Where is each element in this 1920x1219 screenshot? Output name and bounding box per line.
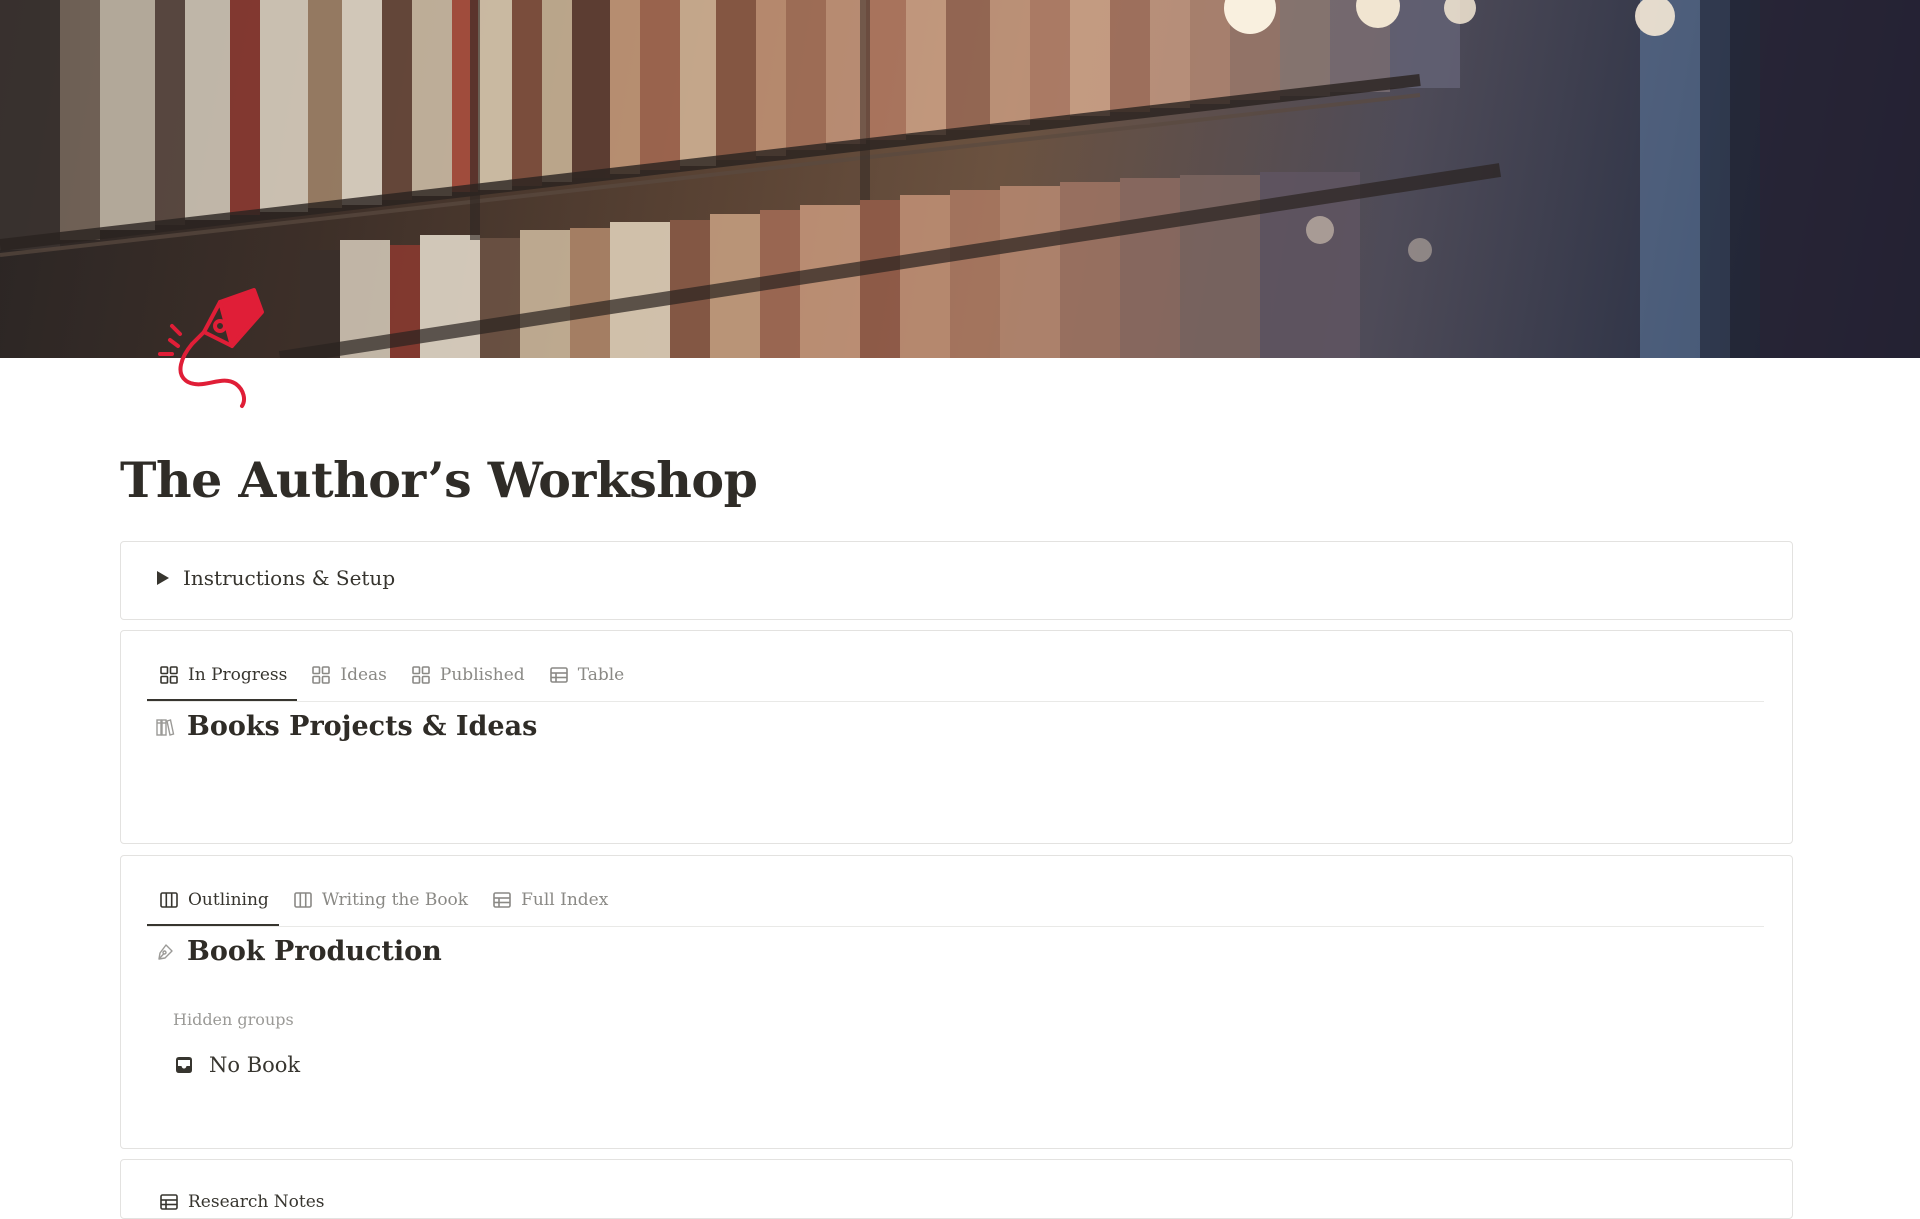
table-icon	[549, 667, 568, 683]
cover-image	[0, 0, 1920, 358]
inbox-icon	[176, 1057, 192, 1073]
hidden-group-no-book[interactable]: No Book	[173, 1053, 300, 1077]
tab-ideas[interactable]: Ideas	[299, 651, 397, 699]
tab-partial[interactable]: Research Notes	[159, 1192, 325, 1212]
tab-label: Full Index	[521, 890, 609, 910]
tab-full-index[interactable]: Full Index	[480, 876, 618, 924]
tab-writing-the-book[interactable]: Writing the Book	[281, 876, 478, 924]
tab-in-progress[interactable]: In Progress	[147, 651, 298, 701]
view-tabs: In Progress Ideas Published Table	[147, 651, 1764, 702]
books-projects-database: In Progress Ideas Published Table Books …	[120, 630, 1793, 844]
board-icon	[294, 892, 312, 908]
tab-label: Writing the Book	[321, 890, 469, 910]
tab-table[interactable]: Table	[537, 651, 635, 699]
books-icon	[156, 718, 175, 736]
tab-label: Published	[439, 665, 525, 685]
next-database: Research Notes	[120, 1159, 1793, 1219]
bookshelf-illustration	[0, 0, 1920, 358]
tab-label: In Progress	[188, 665, 288, 685]
toggle-label: Instructions & Setup	[183, 566, 396, 590]
tab-label: Ideas	[340, 665, 387, 685]
database-title-row: Books Projects & Ideas	[155, 711, 537, 742]
board-icon	[160, 892, 178, 908]
tab-label: Research Notes	[188, 1192, 325, 1212]
group-label: No Book	[209, 1053, 301, 1077]
database-title-row: Book Production	[155, 936, 442, 967]
tab-published[interactable]: Published	[399, 651, 535, 699]
page-title[interactable]: The Author’s Workshop	[120, 446, 758, 514]
triangle-right-icon[interactable]	[157, 571, 169, 585]
instructions-toggle[interactable]: Instructions & Setup	[157, 566, 395, 590]
view-tabs: Outlining Writing the Book Full Index	[147, 876, 1764, 927]
fountain-pen-icon	[158, 288, 264, 408]
database-title[interactable]: Book Production	[187, 936, 442, 967]
hidden-groups-label: Hidden groups	[173, 1010, 294, 1029]
tab-label: Table	[577, 665, 625, 685]
gallery-icon	[160, 666, 178, 684]
tab-label: Outlining	[188, 890, 269, 910]
database-title[interactable]: Books Projects & Ideas	[187, 711, 537, 742]
book-production-database: Outlining Writing the Book Full Index Bo…	[120, 855, 1793, 1149]
table-icon	[160, 1194, 178, 1210]
table-icon	[493, 892, 511, 908]
gallery-icon	[312, 666, 331, 684]
gallery-icon	[412, 666, 430, 684]
instructions-toggle-block: Instructions & Setup	[120, 541, 1793, 620]
tab-outlining[interactable]: Outlining	[147, 876, 279, 926]
pen-icon	[158, 943, 173, 960]
